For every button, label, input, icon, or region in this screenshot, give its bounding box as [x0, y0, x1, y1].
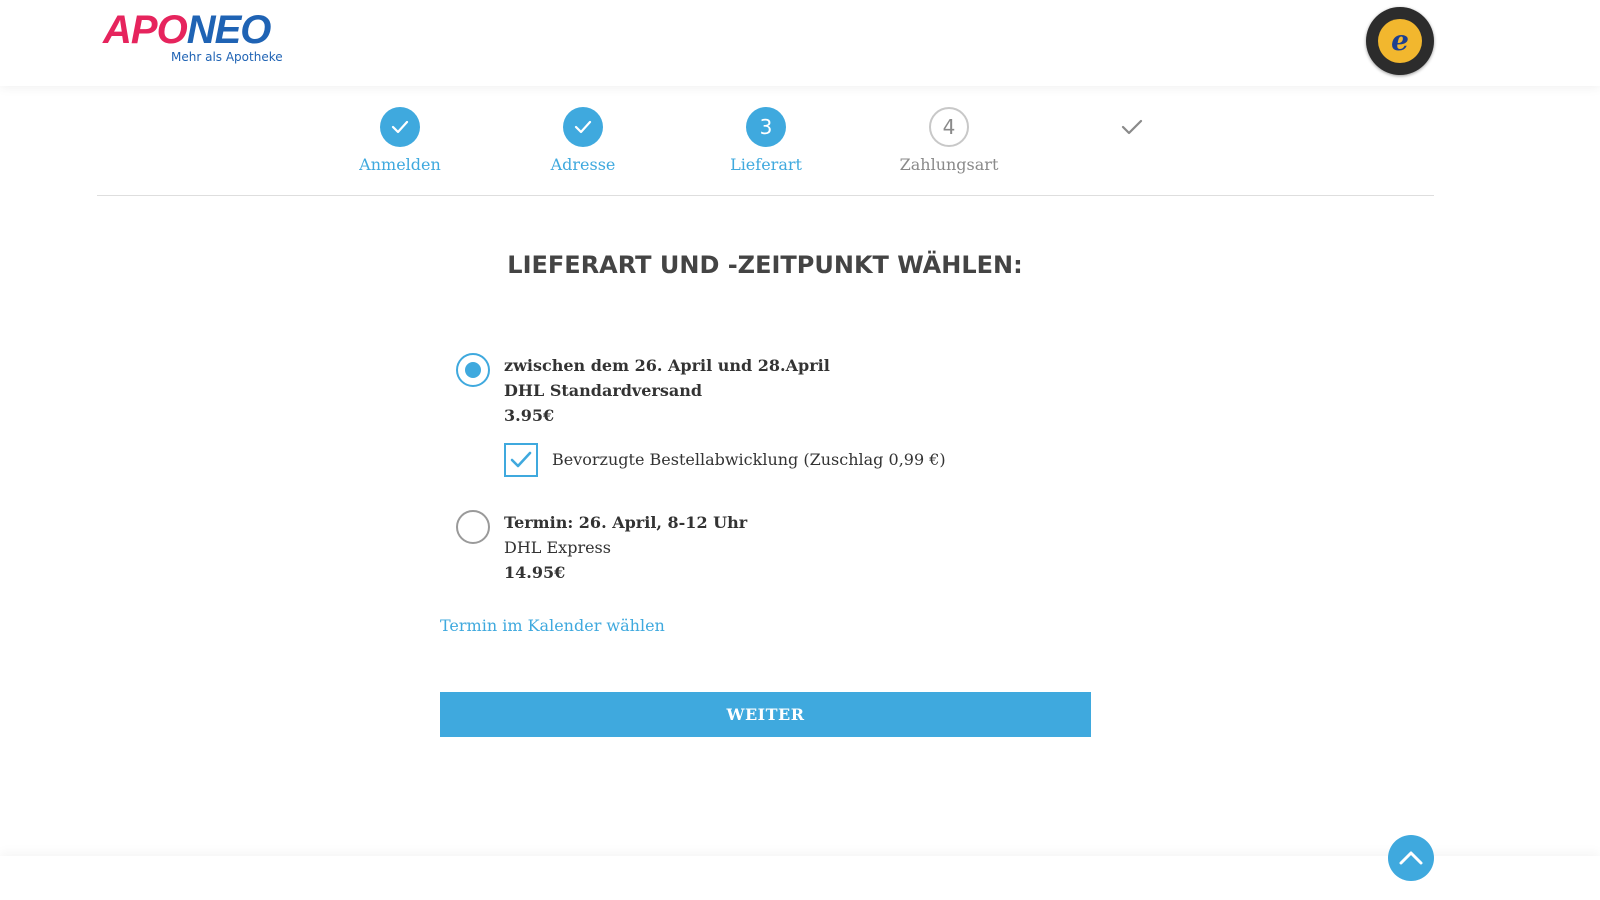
step-label: Lieferart: [730, 155, 802, 174]
option-date: Termin: 26. April, 8-12 Uhr: [504, 513, 748, 532]
final-check-icon: [1112, 107, 1152, 147]
logo-subtitle: Mehr als Apotheke: [171, 50, 283, 64]
priority-processing-label: Bevorzugte Bestellabwicklung (Zuschlag 0…: [552, 450, 946, 469]
option-carrier: DHL Standardversand: [504, 381, 703, 400]
step-confirmation: [1052, 107, 1212, 147]
radio-standard-delivery[interactable]: [456, 353, 490, 387]
step-done-check-icon: [563, 107, 603, 147]
step-done-check-icon: [380, 107, 420, 147]
option-carrier: DHL Express: [504, 538, 611, 557]
checkbox-check-icon: [510, 451, 532, 468]
step-anmelden[interactable]: Anmelden: [320, 107, 480, 175]
trusted-shops-e-icon: e: [1378, 19, 1422, 63]
page-title: LIEFERART UND -ZEITPUNKT WÄHLEN:: [507, 251, 1023, 279]
option-details: Termin: 26. April, 8-12 Uhr DHL Express …: [504, 510, 747, 585]
step-number: 4: [929, 107, 969, 147]
priority-processing-checkbox[interactable]: [504, 443, 538, 477]
step-label: Anmelden: [359, 155, 441, 174]
calendar-link[interactable]: Termin im Kalender wählen: [440, 616, 665, 635]
weiter-button[interactable]: WEITER: [440, 692, 1091, 737]
checkout-stepper: Anmelden Adresse 3 Lieferart 4 Zahlungsa…: [0, 86, 1600, 198]
radio-express-delivery[interactable]: [456, 510, 490, 544]
step-adresse[interactable]: Adresse: [503, 107, 663, 175]
footer-band: [0, 856, 1600, 900]
step-lieferart[interactable]: 3 Lieferart: [686, 107, 846, 175]
step-label: Zahlungsart: [899, 155, 999, 174]
option-price: 14.95€: [504, 563, 566, 582]
logo-wordmark: APONEO: [103, 8, 271, 52]
chevron-up-icon: [1399, 851, 1423, 865]
step-label: Adresse: [550, 155, 616, 174]
option-details: zwischen dem 26. April und 28.April DHL …: [504, 353, 830, 428]
scroll-to-top-button[interactable]: [1388, 835, 1434, 881]
step-number: 3: [746, 107, 786, 147]
aponeo-logo[interactable]: APONEO Mehr als Apotheke: [103, 8, 303, 70]
stepper-divider: [97, 195, 1434, 196]
step-zahlungsart[interactable]: 4 Zahlungsart: [869, 107, 1029, 175]
option-date: zwischen dem 26. April und 28.April: [504, 356, 830, 375]
trusted-shops-badge-icon[interactable]: e: [1366, 7, 1434, 75]
site-header: APONEO Mehr als Apotheke e: [0, 0, 1600, 86]
option-price: 3.95€: [504, 406, 555, 425]
